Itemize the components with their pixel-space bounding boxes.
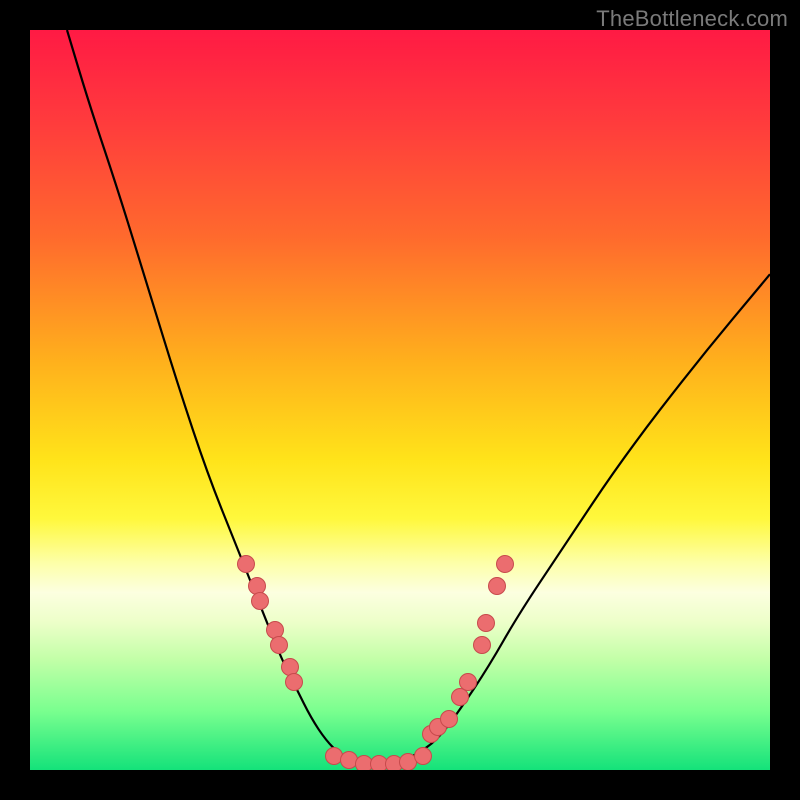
watermark-label: TheBottleneck.com: [596, 6, 788, 32]
data-point: [251, 592, 269, 610]
data-point: [496, 555, 514, 573]
data-point: [440, 710, 458, 728]
data-point: [459, 673, 477, 691]
data-point: [414, 747, 432, 765]
data-point: [270, 636, 288, 654]
data-point: [477, 614, 495, 632]
data-points-layer: [30, 30, 770, 770]
chart-frame: TheBottleneck.com: [0, 0, 800, 800]
data-point: [237, 555, 255, 573]
data-point: [473, 636, 491, 654]
plot-area: [30, 30, 770, 770]
data-point: [488, 577, 506, 595]
data-point: [285, 673, 303, 691]
